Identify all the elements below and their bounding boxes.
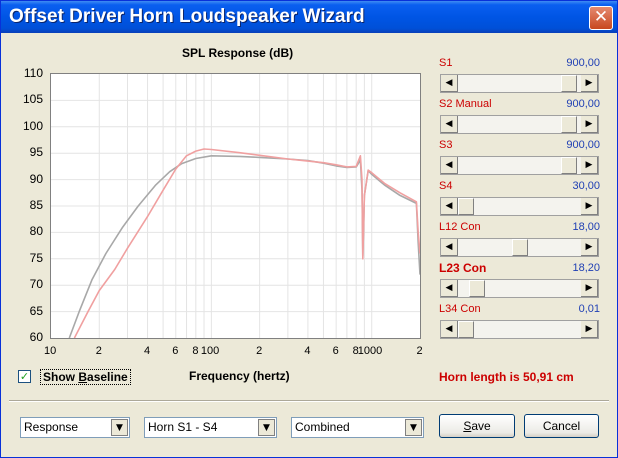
x-tick-label: 1000 xyxy=(357,345,383,357)
x-axis-label: Frequency (hertz) xyxy=(189,369,290,383)
y-tick-label: 95 xyxy=(29,145,43,160)
x-tick-label: 10 xyxy=(44,345,57,357)
x-tick-label: 4 xyxy=(304,345,311,357)
show-baseline-checkbox[interactable]: ✓ xyxy=(18,370,31,383)
cancel-button[interactable]: Cancel xyxy=(524,414,599,438)
x-tick-label: 6 xyxy=(172,345,179,357)
y-tick-label: 60 xyxy=(29,330,43,344)
param-scrollbar[interactable]: ◀ ▶ xyxy=(440,197,599,216)
scroll-left-icon[interactable]: ◀ xyxy=(441,157,458,174)
scroll-left-icon[interactable]: ◀ xyxy=(441,239,458,256)
scroll-right-icon[interactable]: ▶ xyxy=(581,280,598,297)
scroll-right-icon[interactable]: ▶ xyxy=(581,198,598,215)
window-title: Offset Driver Horn Loudspeaker Wizard xyxy=(9,6,365,27)
y-tick-label: 75 xyxy=(29,250,43,265)
scroll-right-icon[interactable]: ▶ xyxy=(581,75,598,92)
y-tick-label: 100 xyxy=(22,118,43,133)
save-button[interactable]: Save xyxy=(439,414,515,438)
param-value: 18,00 xyxy=(572,221,600,233)
scroll-left-icon[interactable]: ◀ xyxy=(441,280,458,297)
spl-chart xyxy=(51,74,421,339)
y-tick-label: 70 xyxy=(29,277,43,292)
param-value: 900,00 xyxy=(566,98,600,110)
param-scrollbar[interactable]: ◀ ▶ xyxy=(440,115,599,134)
response-series-line xyxy=(73,148,421,339)
mode-combo[interactable]: Combined ▼ xyxy=(291,417,424,438)
scrollbar-thumb[interactable] xyxy=(561,157,577,174)
param-label: S1 xyxy=(439,57,453,69)
param-scrollbar[interactable]: ◀ ▶ xyxy=(440,279,599,298)
param-value: 900,00 xyxy=(566,57,600,69)
x-tick-label: 2 xyxy=(256,345,263,357)
wizard-window: Offset Driver Horn Loudspeaker Wizard ✕ … xyxy=(0,0,618,458)
param-value: 900,00 xyxy=(566,139,600,151)
scroll-right-icon[interactable]: ▶ xyxy=(581,239,598,256)
param-label: S4 xyxy=(439,180,453,192)
y-tick-label: 80 xyxy=(29,224,43,239)
scrollbar-thumb[interactable] xyxy=(458,321,474,338)
param-label: L23 Con xyxy=(439,261,487,275)
scroll-right-icon[interactable]: ▶ xyxy=(581,157,598,174)
scroll-right-icon[interactable]: ▶ xyxy=(581,321,598,338)
y-tick-label: 65 xyxy=(29,303,43,318)
x-tick-label: 6 xyxy=(332,345,339,357)
horn-length-readout: Horn length is 50,91 cm xyxy=(439,370,574,384)
scroll-left-icon[interactable]: ◀ xyxy=(441,321,458,338)
plot-area xyxy=(50,73,421,339)
param-scrollbar[interactable]: ◀ ▶ xyxy=(440,320,599,339)
param-label: S2 Manual xyxy=(439,98,492,110)
horn-section-combo-value: Horn S1 - S4 xyxy=(148,420,218,434)
y-tick-label: 105 xyxy=(22,92,43,107)
param-scrollbar[interactable]: ◀ ▶ xyxy=(440,74,599,93)
scrollbar-thumb[interactable] xyxy=(512,239,528,256)
divider xyxy=(9,400,609,402)
param-value: 30,00 xyxy=(572,180,600,192)
scroll-left-icon[interactable]: ◀ xyxy=(441,198,458,215)
param-label: L12 Con xyxy=(439,221,481,233)
param-value: 0,01 xyxy=(578,303,600,315)
scroll-left-icon[interactable]: ◀ xyxy=(441,116,458,133)
param-scrollbar[interactable]: ◀ ▶ xyxy=(440,156,599,175)
param-label: L34 Con xyxy=(439,303,481,315)
x-tick-label: 8 xyxy=(192,345,199,357)
title-bar[interactable]: Offset Driver Horn Loudspeaker Wizard ✕ xyxy=(1,1,617,33)
chevron-down-icon[interactable]: ▼ xyxy=(405,419,422,436)
y-tick-label: 90 xyxy=(29,171,43,186)
param-value: 18,20 xyxy=(572,262,600,274)
scroll-left-icon[interactable]: ◀ xyxy=(441,75,458,92)
scrollbar-thumb[interactable] xyxy=(469,280,485,297)
chevron-down-icon[interactable]: ▼ xyxy=(258,419,275,436)
param-label: S3 xyxy=(439,139,453,151)
y-tick-label: 110 xyxy=(23,66,43,80)
mode-combo-value: Combined xyxy=(295,420,350,434)
show-baseline-label[interactable]: Show Baseline xyxy=(40,369,131,385)
x-tick-label: 4 xyxy=(144,345,151,357)
view-combo-value: Response xyxy=(24,420,79,434)
y-tick-label: 85 xyxy=(29,198,43,212)
close-icon[interactable]: ✕ xyxy=(589,6,613,30)
x-tick-label: 2 xyxy=(95,345,102,357)
scrollbar-thumb[interactable] xyxy=(561,75,577,92)
chevron-down-icon[interactable]: ▼ xyxy=(111,419,128,436)
scroll-right-icon[interactable]: ▶ xyxy=(581,116,598,133)
x-tick-label: 2 xyxy=(416,345,423,357)
x-tick-label: 100 xyxy=(200,345,220,357)
baseline-series-line xyxy=(68,155,421,339)
scrollbar-thumb[interactable] xyxy=(458,198,474,215)
chart-title: SPL Response (dB) xyxy=(182,46,294,60)
horn-section-combo[interactable]: Horn S1 - S4 ▼ xyxy=(144,417,277,438)
scrollbar-thumb[interactable] xyxy=(561,116,577,133)
view-combo[interactable]: Response ▼ xyxy=(20,417,130,438)
param-scrollbar[interactable]: ◀ ▶ xyxy=(440,238,599,257)
